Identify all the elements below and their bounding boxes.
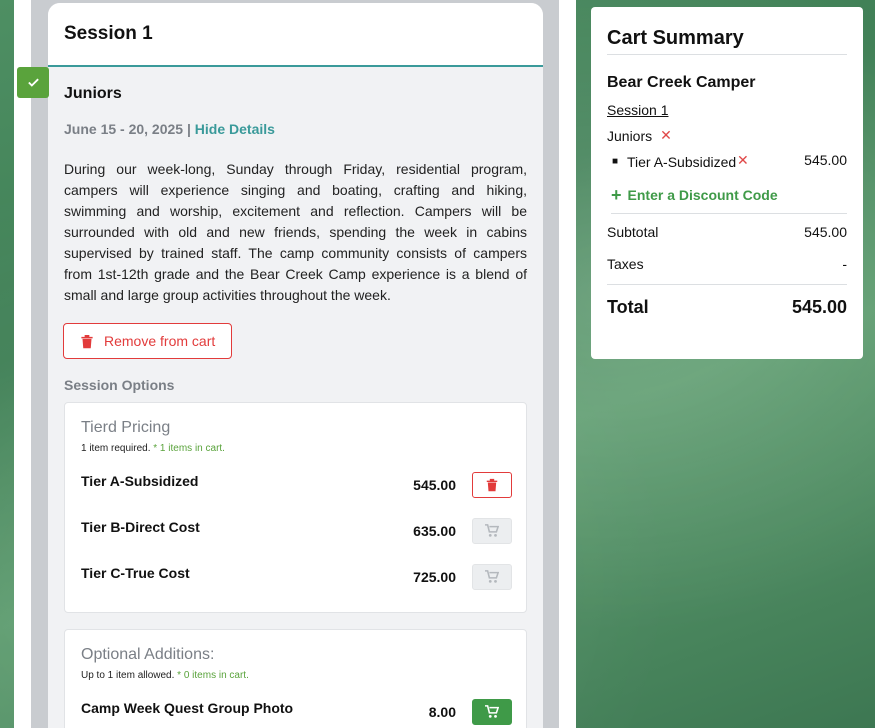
cart-item-amount: 545.00: [804, 152, 847, 168]
remove-from-cart-label: Remove from cart: [104, 333, 216, 349]
add-option-button-disabled[interactable]: [472, 564, 512, 590]
option-row: Tier A-Subsidized 545.00: [81, 462, 512, 508]
trash-icon: [486, 478, 498, 492]
cart-add-icon: [485, 570, 499, 583]
tiered-pricing-requirement: 1 item required. * 1 items in cart.: [81, 443, 512, 454]
cart-add-icon: [485, 705, 499, 718]
cart-session-link[interactable]: Session 1: [607, 102, 847, 118]
cart-line-item: ■ Tier A-Subsidized ✕ 545.00: [607, 152, 847, 173]
option-name: Tier C-True Cost: [81, 565, 190, 581]
remove-x-icon[interactable]: ✕: [660, 127, 672, 144]
cart-camp-line: Juniors ✕: [607, 127, 847, 144]
subtotal-value: 545.00: [804, 224, 847, 240]
option-price: 635.00: [413, 523, 456, 539]
session-panel: Session 1 Juniors June 15 - 20, 2025 | H…: [48, 3, 543, 728]
remove-option-button[interactable]: [472, 472, 512, 498]
dates-text: June 15 - 20, 2025: [64, 121, 184, 137]
session-content: Juniors June 15 - 20, 2025 | Hide Detail…: [48, 67, 543, 728]
requirement-text: Up to 1 item allowed.: [81, 670, 175, 681]
remove-from-cart-button[interactable]: Remove from cart: [63, 323, 233, 359]
cart-add-icon: [485, 524, 499, 537]
total-row: Total 545.00: [607, 297, 847, 318]
cart-item-name: Tier A-Subsidized: [627, 154, 737, 170]
option-price: 725.00: [413, 569, 456, 585]
taxes-value: -: [842, 256, 847, 272]
session-options-label: Session Options: [64, 377, 175, 393]
plus-icon: +: [611, 185, 622, 205]
discount-code-label: Enter a Discount Code: [627, 187, 778, 203]
option-name: Tier B-Direct Cost: [81, 519, 200, 535]
optional-additions-card: Optional Additions: Up to 1 item allowed…: [64, 629, 527, 728]
option-row: Camp Week Quest Group Photo 8.00: [81, 689, 512, 728]
tiered-pricing-title: Tierd Pricing: [81, 419, 171, 436]
camp-name: Juniors: [64, 85, 122, 102]
tiered-pricing-card: Tierd Pricing 1 item required. * 1 items…: [64, 402, 527, 613]
trash-icon: [81, 334, 93, 348]
hide-details-link[interactable]: Hide Details: [195, 121, 275, 137]
requirement-text: 1 item required.: [81, 443, 151, 454]
total-label: Total: [607, 297, 649, 317]
total-value: 545.00: [791, 297, 847, 317]
option-price: 545.00: [413, 477, 456, 493]
subtotal-row: Subtotal 545.00: [607, 224, 847, 240]
taxes-label: Taxes: [607, 256, 644, 272]
selected-check-badge: [17, 67, 49, 98]
cart-summary: Cart Summary Bear Creek Camper Session 1…: [591, 7, 863, 359]
cart-camper-name: Bear Creek Camper: [607, 74, 756, 91]
cart-summary-title: Cart Summary: [607, 27, 847, 55]
optional-additions-title: Optional Additions:: [81, 646, 215, 663]
session-description: During our week-long, Sunday through Fri…: [64, 161, 527, 303]
add-to-cart-button[interactable]: [472, 699, 512, 725]
discount-code-link[interactable]: + Enter a Discount Code: [611, 185, 847, 214]
option-row: Tier C-True Cost 725.00: [81, 554, 512, 600]
cart-camp-name: Juniors: [607, 127, 653, 144]
option-name: Tier A-Subsidized: [81, 473, 199, 489]
bullet-icon: ■: [612, 156, 619, 167]
option-price: 8.00: [428, 704, 456, 720]
subtotal-label: Subtotal: [607, 224, 659, 240]
check-icon: [27, 78, 39, 87]
option-name: Camp Week Quest Group Photo: [81, 700, 294, 716]
option-row: Tier B-Direct Cost 635.00: [81, 508, 512, 554]
optional-additions-requirement: Up to 1 item allowed. * 0 items in cart.: [81, 670, 512, 681]
dates-separator: |: [183, 121, 195, 137]
session-title: Session 1: [64, 23, 153, 44]
in-cart-count: * 1 items in cart.: [153, 443, 225, 454]
session-dates: June 15 - 20, 2025 | Hide Details: [64, 121, 527, 137]
in-cart-count: * 0 items in cart.: [177, 670, 249, 681]
remove-x-icon[interactable]: ✕: [737, 152, 777, 173]
session-header: Session 1: [48, 3, 543, 67]
add-option-button-disabled[interactable]: [472, 518, 512, 544]
taxes-row: Taxes -: [607, 256, 847, 285]
